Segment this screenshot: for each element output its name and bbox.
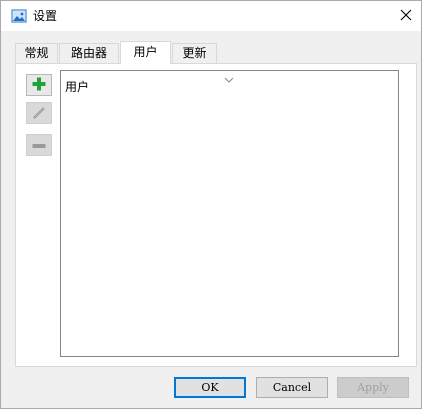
cancel-button[interactable]: Cancel [256, 377, 328, 398]
add-user-button[interactable] [26, 74, 52, 96]
close-icon [400, 9, 412, 24]
apply-button[interactable]: Apply [337, 377, 409, 398]
tab-label: 常规 [24, 46, 49, 60]
users-tab-panel: 用户 [15, 63, 417, 367]
minus-icon [32, 138, 46, 152]
users-list[interactable]: 用户 [60, 70, 399, 357]
sort-arrow-icon [224, 72, 234, 83]
tab-update[interactable]: 更新 [172, 43, 217, 63]
tab-router[interactable]: 路由器 [59, 43, 119, 63]
plus-icon [32, 77, 46, 94]
close-button[interactable] [391, 1, 421, 31]
column-header-users[interactable]: 用户 [65, 78, 89, 95]
tab-users[interactable]: 用户 [120, 41, 171, 64]
remove-user-button[interactable] [26, 134, 52, 156]
picture-icon [11, 8, 27, 24]
edit-user-button[interactable] [26, 102, 52, 124]
tab-general[interactable]: 常规 [15, 43, 58, 63]
tab-label: 路由器 [70, 46, 107, 60]
pencil-icon [31, 104, 47, 123]
settings-dialog: 设置 常规 路由器 用户 更新 用户 OK Cancel Apply [0, 0, 422, 409]
window-title: 设置 [33, 9, 58, 23]
tab-label: 用户 [133, 45, 158, 59]
title-bar[interactable]: 设置 [1, 1, 421, 31]
tab-label: 更新 [182, 46, 207, 60]
ok-button[interactable]: OK [174, 377, 246, 398]
